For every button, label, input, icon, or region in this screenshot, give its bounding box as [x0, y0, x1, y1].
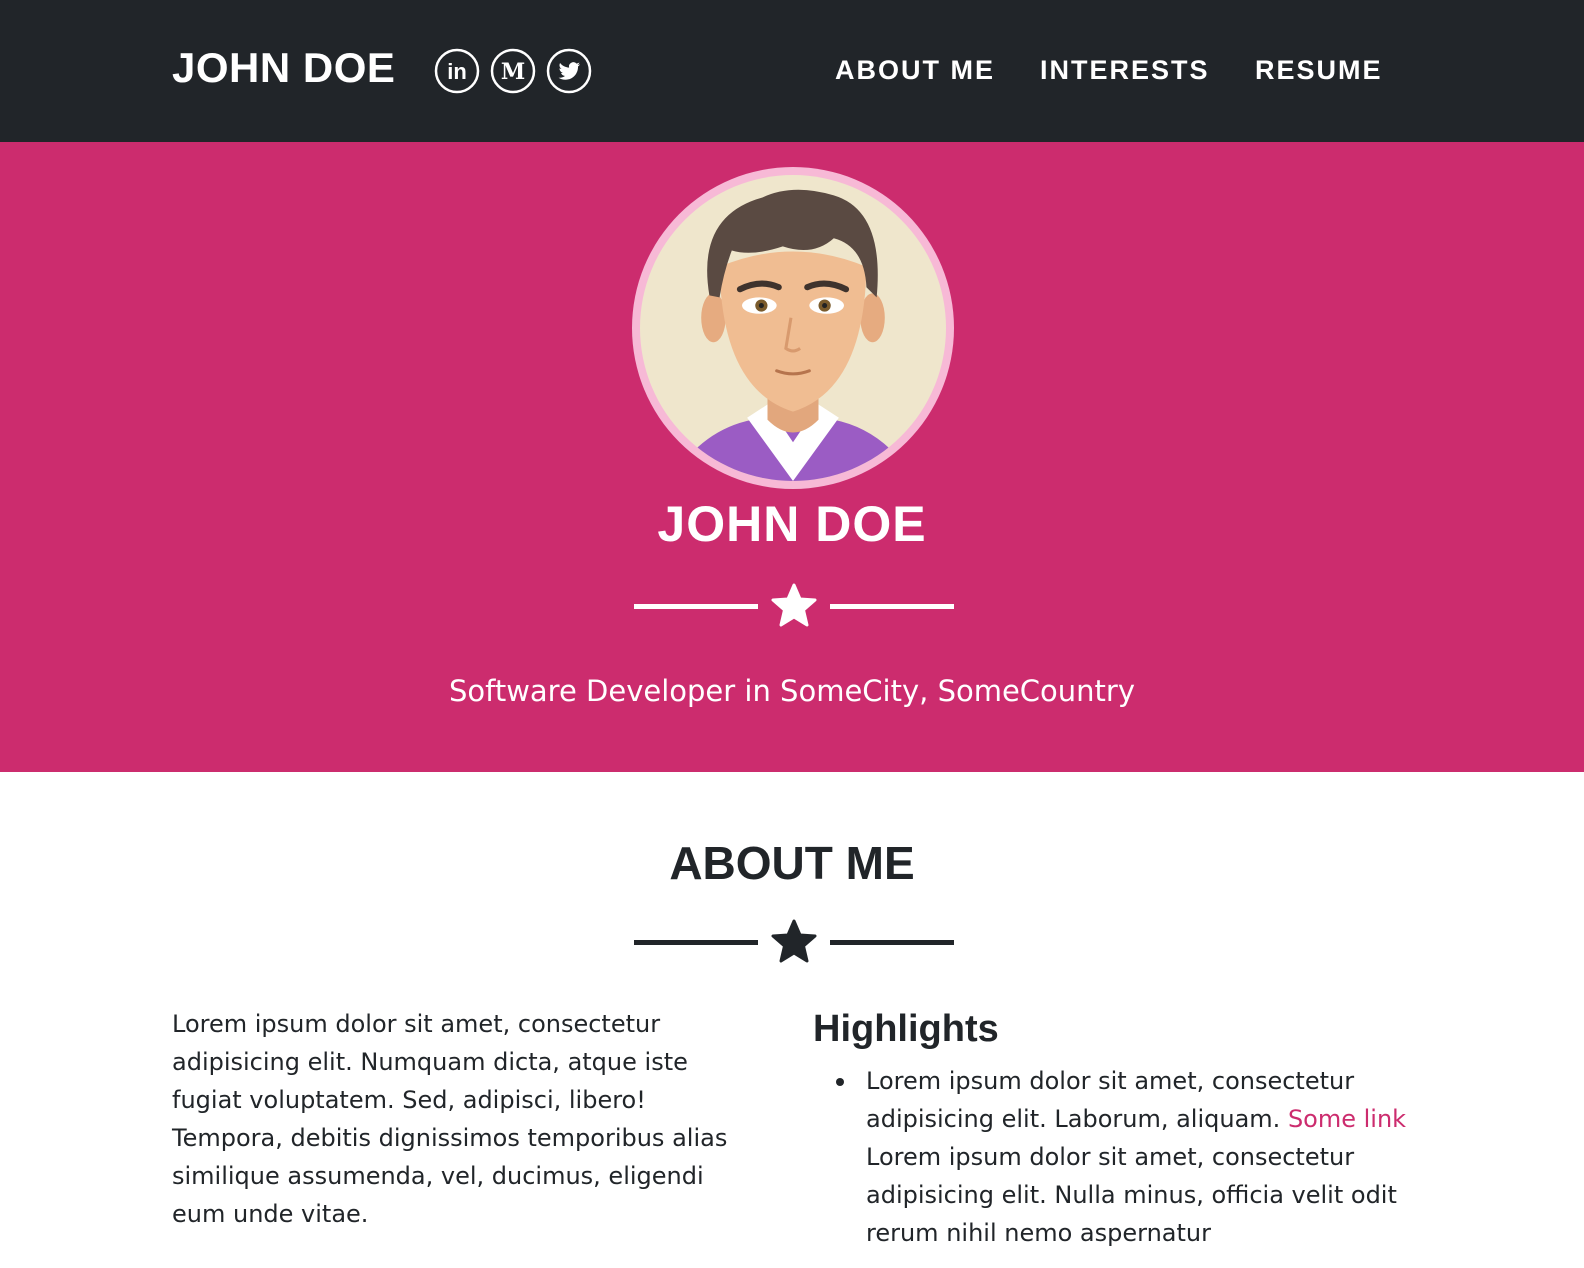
medium-icon: M: [490, 48, 536, 94]
twitter-icon: [546, 48, 592, 94]
highlight-text-after: Lorem ipsum dolor sit amet, consectetur …: [866, 1143, 1397, 1247]
nav-interests[interactable]: INTERESTS: [1040, 55, 1210, 86]
hero-section: JOHN DOE Software Developer in SomeCity,…: [0, 142, 1584, 772]
star-icon: [770, 918, 818, 966]
hero-name: JOHN DOE: [657, 496, 927, 552]
nav-resume[interactable]: RESUME: [1255, 55, 1383, 86]
linkedin-icon: in: [434, 48, 480, 94]
highlights-list: Lorem ipsum dolor sit amet, consectetur …: [836, 1062, 1436, 1252]
avatar: [632, 167, 954, 489]
divider-line-left: [634, 604, 758, 609]
brand-link[interactable]: JOHN DOE: [172, 44, 395, 92]
nav-about-me[interactable]: ABOUT ME: [835, 55, 995, 86]
about-paragraph: Lorem ipsum dolor sit amet, consectetur …: [172, 1010, 728, 1228]
divider-line-left: [634, 940, 758, 945]
list-item: Lorem ipsum dolor sit amet, consectetur …: [836, 1062, 1436, 1252]
twitter-link[interactable]: [546, 48, 592, 94]
hero-divider: [634, 582, 954, 632]
svg-text:M: M: [501, 59, 525, 85]
svg-text:in: in: [447, 59, 467, 84]
divider-line-right: [830, 604, 954, 609]
some-link[interactable]: Some link: [1288, 1105, 1406, 1133]
star-icon: [770, 582, 818, 630]
top-navbar: JOHN DOE in M ABOUT ME INTERESTS RESUME: [0, 0, 1584, 142]
hero-tagline: Software Developer in SomeCity, SomeCoun…: [448, 674, 1136, 708]
divider-line-right: [830, 940, 954, 945]
avatar-illustration: [640, 175, 946, 481]
about-divider: [634, 918, 954, 968]
highlight-text-before: Lorem ipsum dolor sit amet, consectetur …: [866, 1067, 1355, 1133]
medium-link[interactable]: M: [490, 48, 536, 94]
about-title: ABOUT ME: [669, 837, 915, 889]
highlights-title: Highlights: [813, 1008, 999, 1050]
linkedin-link[interactable]: in: [434, 48, 480, 94]
